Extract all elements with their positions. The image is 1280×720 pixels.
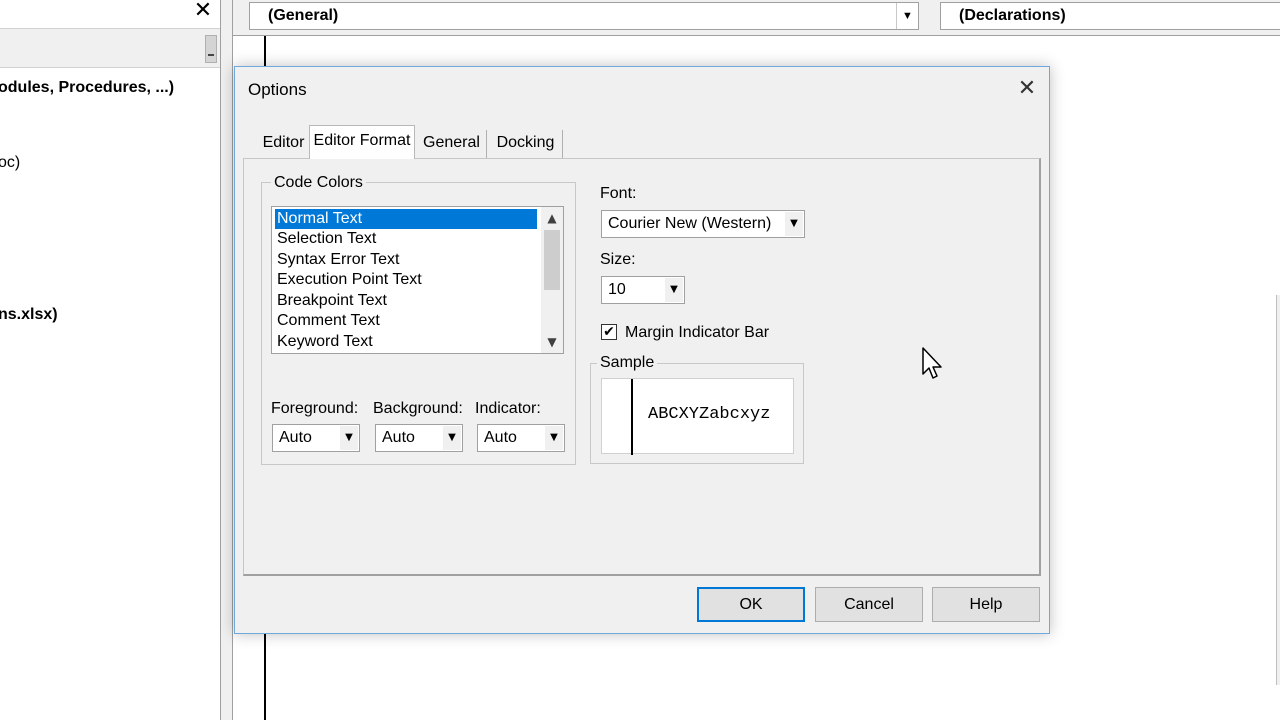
indicator-select[interactable]: Auto ▼ — [477, 424, 565, 452]
list-item[interactable]: Selection Text — [275, 229, 376, 249]
margin-indicator-label[interactable]: Margin Indicator Bar — [625, 324, 769, 342]
chevron-up-icon[interactable]: ▲ — [541, 207, 563, 229]
tree-item-workbook[interactable]: ns.xlsx) — [0, 306, 58, 324]
list-item[interactable]: Comment Text — [275, 311, 380, 331]
tree-item-module[interactable]: oc) — [0, 154, 20, 172]
margin-indicator-checkbox[interactable]: ✔ — [601, 324, 617, 340]
list-item[interactable]: Keyword Text — [275, 332, 373, 352]
chevron-down-icon[interactable]: ▼ — [785, 212, 803, 236]
font-value: Courier New (Western) — [608, 215, 772, 232]
code-colors-list[interactable]: Normal Text Selection Text Syntax Error … — [271, 206, 564, 354]
font-label: Font: — [600, 185, 637, 202]
code-colors-scrollbar[interactable]: ▲ ▼ — [541, 207, 563, 353]
mouse-pointer-icon — [922, 347, 942, 379]
vertical-scrollbar[interactable] — [1276, 295, 1280, 685]
code-combo-bar: (General) ▼ (Declarations) — [233, 0, 1280, 36]
toolbar-overflow-icon[interactable] — [205, 35, 217, 63]
chevron-down-icon[interactable]: ▼ — [545, 426, 563, 450]
background-label: Background: — [373, 400, 463, 417]
font-select[interactable]: Courier New (Western) ▼ — [601, 210, 805, 238]
indicator-value: Auto — [484, 429, 517, 446]
procedure-combo-value: (Declarations) — [959, 7, 1066, 24]
code-colors-legend: Code Colors — [271, 174, 366, 192]
foreground-select[interactable]: Auto ▼ — [272, 424, 360, 452]
chevron-down-icon[interactable]: ▼ — [443, 426, 461, 450]
size-select[interactable]: 10 ▼ — [601, 276, 685, 304]
ok-button[interactable]: OK — [697, 587, 805, 622]
tab-editor-format[interactable]: Editor Format — [309, 125, 415, 159]
size-value: 10 — [608, 281, 626, 298]
procedure-combo[interactable]: (Declarations) — [940, 2, 1280, 30]
sample-text: ABCXYZabcxyz — [648, 405, 771, 424]
help-button[interactable]: Help — [932, 587, 1040, 622]
list-item[interactable]: Syntax Error Text — [275, 250, 399, 270]
object-combo-value: (General) — [268, 7, 339, 24]
project-explorer-toolbar — [0, 28, 220, 68]
size-label: Size: — [600, 251, 636, 268]
chevron-down-icon[interactable]: ▼ — [896, 3, 918, 29]
project-explorer-pane: ✕ odules, Procedures, ...) oc) ns.xlsx) — [0, 0, 221, 720]
object-combo[interactable]: (General) ▼ — [249, 2, 919, 30]
list-item[interactable]: Execution Point Text — [275, 270, 422, 290]
scrollbar-thumb[interactable] — [544, 230, 560, 290]
cancel-button[interactable]: Cancel — [815, 587, 923, 622]
indicator-label: Indicator: — [475, 400, 541, 417]
tab-general[interactable]: General — [417, 130, 487, 158]
dialog-title: Options — [248, 80, 307, 99]
background-value: Auto — [382, 429, 415, 446]
list-item[interactable]: Breakpoint Text — [275, 291, 387, 311]
project-explorer-titlebar: ✕ — [0, 0, 220, 28]
pane-splitter[interactable] — [221, 0, 233, 720]
foreground-value: Auto — [279, 429, 312, 446]
sample-margin-bar — [631, 379, 633, 455]
chevron-down-icon[interactable]: ▼ — [541, 331, 563, 353]
tab-editor[interactable]: Editor — [251, 130, 317, 158]
foreground-label: Foreground: — [271, 400, 359, 417]
list-item[interactable]: Normal Text — [275, 209, 537, 229]
tab-docking[interactable]: Docking — [489, 130, 563, 158]
sample-preview: ABCXYZabcxyz — [601, 378, 794, 455]
close-icon[interactable]: ✕ — [1011, 75, 1043, 103]
chevron-down-icon[interactable]: ▼ — [340, 426, 358, 450]
chevron-down-icon[interactable]: ▼ — [665, 278, 683, 302]
sample-legend: Sample — [597, 354, 658, 372]
tree-item-modules[interactable]: odules, Procedures, ...) — [0, 79, 174, 97]
close-icon[interactable]: ✕ — [190, 0, 216, 24]
background-select[interactable]: Auto ▼ — [375, 424, 463, 452]
